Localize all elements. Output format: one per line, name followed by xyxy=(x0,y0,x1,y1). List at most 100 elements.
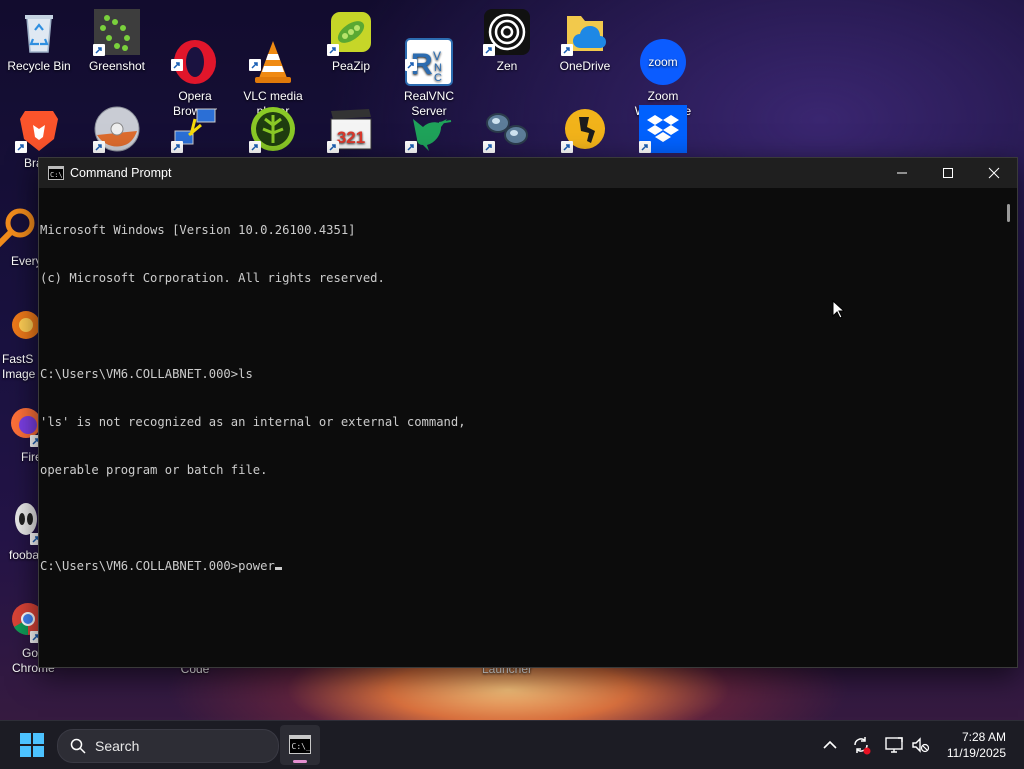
desktop-icon-hummingbird[interactable] xyxy=(391,105,467,156)
hummingbird-icon xyxy=(405,105,453,153)
shortcut-arrow-icon xyxy=(639,141,651,153)
shortcut-arrow-icon xyxy=(327,141,339,153)
desktop-icon-goggles[interactable] xyxy=(469,105,545,156)
search-icon xyxy=(70,738,86,754)
desktop-icon-label: fooba xyxy=(9,548,40,562)
command-prompt-window[interactable]: C:\ Command Prompt Microsoft Windows [Ve… xyxy=(38,157,1018,668)
vlc-cone-icon xyxy=(249,23,297,83)
shortcut-arrow-icon xyxy=(561,44,573,56)
greenshot-icon xyxy=(93,8,141,56)
console-line: operable program or batch file. xyxy=(40,463,268,477)
vertical-scrollbar[interactable] xyxy=(999,188,1017,667)
clapperboard-321-icon: 321 xyxy=(327,105,375,153)
close-button[interactable] xyxy=(971,158,1017,188)
desktop-icon-recycle-bin[interactable]: Recycle Bin xyxy=(1,8,77,74)
volume-muted-icon[interactable] xyxy=(910,735,930,755)
green-tree-icon xyxy=(249,105,297,153)
svg-text:C: C xyxy=(434,72,442,84)
shortcut-arrow-icon xyxy=(405,59,417,71)
shortcut-arrow-icon xyxy=(171,59,183,71)
clock-date: 11/19/2025 xyxy=(946,746,1006,760)
console-line: C:\Users\VM6.COLLABNET.000>ls xyxy=(40,367,253,381)
desktop-icon-tree-app[interactable] xyxy=(235,105,311,156)
minimize-icon xyxy=(897,172,907,174)
taskbar-app-command-prompt[interactable]: C:\_ xyxy=(280,725,320,765)
network-computers-icon xyxy=(171,105,219,153)
desktop-icon-label: PeaZip xyxy=(331,59,371,73)
cd-disc-icon xyxy=(93,105,141,153)
system-clock[interactable]: 7:28 AM 11/19/2025 xyxy=(947,729,1006,761)
desktop-icon-label: Recycle Bin xyxy=(7,59,71,73)
desktop-icon-brave[interactable]: Bra xyxy=(1,105,77,170)
mouse-pointer-icon xyxy=(832,300,844,319)
onedrive-folder-icon xyxy=(561,8,609,56)
window-title: Command Prompt xyxy=(70,166,172,180)
desktop-icon-cd-burner[interactable] xyxy=(79,105,155,156)
shortcut-arrow-icon xyxy=(327,44,339,56)
text-cursor xyxy=(274,567,282,570)
maximize-button[interactable] xyxy=(925,158,971,188)
console-line: (c) Microsoft Corporation. All rights re… xyxy=(40,271,385,285)
desktop-icon-label: Greenshot xyxy=(88,59,146,73)
svg-text:C:\: C:\ xyxy=(50,171,63,179)
windows-logo-icon xyxy=(20,733,44,757)
shortcut-arrow-icon xyxy=(249,141,261,153)
taskbar-search-box[interactable]: Search xyxy=(57,729,279,763)
foobar-alien-icon xyxy=(0,497,42,545)
clock-time: 7:28 AM xyxy=(961,730,1006,744)
svg-text:C:\_: C:\_ xyxy=(292,742,311,751)
firefox-icon xyxy=(0,399,42,447)
shortcut-arrow-icon xyxy=(93,141,105,153)
console-line: 'ls' is not recognized as an internal or… xyxy=(40,415,466,429)
scrollbar-thumb[interactable] xyxy=(1007,204,1010,222)
console-output[interactable]: Microsoft Windows [Version 10.0.26100.43… xyxy=(39,188,999,667)
start-button[interactable] xyxy=(20,733,44,757)
desktop-icon-onedrive[interactable]: OneDrive xyxy=(547,8,623,74)
shortcut-arrow-icon xyxy=(561,141,573,153)
window-titlebar[interactable]: C:\ Command Prompt xyxy=(39,158,1017,188)
terminal-icon: C:\ xyxy=(48,166,64,180)
peazip-icon xyxy=(327,8,375,56)
network-icon[interactable] xyxy=(884,735,904,755)
chevron-up-icon[interactable] xyxy=(820,735,840,755)
minimize-button[interactable] xyxy=(879,158,925,188)
realvnc-icon: RVNC xyxy=(405,23,453,86)
shortcut-arrow-icon xyxy=(171,141,183,153)
desktop-icon-dropbox[interactable] xyxy=(625,105,701,156)
desktop-icon-greenshot[interactable]: Greenshot xyxy=(79,8,155,74)
everything-search-icon xyxy=(0,203,38,251)
svg-text:321: 321 xyxy=(337,128,365,147)
shortcut-arrow-icon xyxy=(483,44,495,56)
desktop-icon-zen[interactable]: Zen xyxy=(469,8,545,74)
active-app-indicator xyxy=(293,760,307,763)
svg-text:V: V xyxy=(433,49,441,63)
shortcut-arrow-icon xyxy=(249,59,261,71)
dropbox-icon xyxy=(639,105,687,153)
desktop-icon-label: FastS Image xyxy=(2,352,36,381)
goggles-icon xyxy=(483,105,531,153)
console-prompt: C:\Users\VM6.COLLABNET.000> xyxy=(40,559,239,573)
yellow-runner-icon xyxy=(561,105,609,153)
shortcut-arrow-icon xyxy=(483,141,495,153)
zoom-icon: zoom xyxy=(639,23,687,85)
faststone-image-viewer-icon xyxy=(0,301,38,349)
maximize-icon xyxy=(943,168,953,178)
desktop-icon-label: OneDrive xyxy=(559,59,611,73)
desktop-icon-peazip[interactable]: PeaZip xyxy=(313,8,389,74)
svg-text:zoom: zoom xyxy=(648,55,677,69)
opera-icon xyxy=(171,23,219,84)
shortcut-arrow-icon xyxy=(15,141,27,153)
shortcut-arrow-icon xyxy=(93,44,105,56)
terminal-icon: C:\_ xyxy=(289,735,311,754)
desktop-icon-media-player-classic[interactable]: 321 xyxy=(313,105,389,156)
sync-alert-icon[interactable] xyxy=(851,735,871,755)
desktop-icon-launcher[interactable] xyxy=(547,105,623,156)
console-input-line[interactable]: C:\Users\VM6.COLLABNET.000>power xyxy=(40,558,999,574)
brave-lion-icon xyxy=(15,105,63,153)
desktop-icon-network[interactable] xyxy=(157,105,233,156)
console-current-input[interactable]: power xyxy=(238,559,275,573)
zen-browser-icon xyxy=(483,8,531,56)
console-line: Microsoft Windows [Version 10.0.26100.43… xyxy=(40,223,356,237)
